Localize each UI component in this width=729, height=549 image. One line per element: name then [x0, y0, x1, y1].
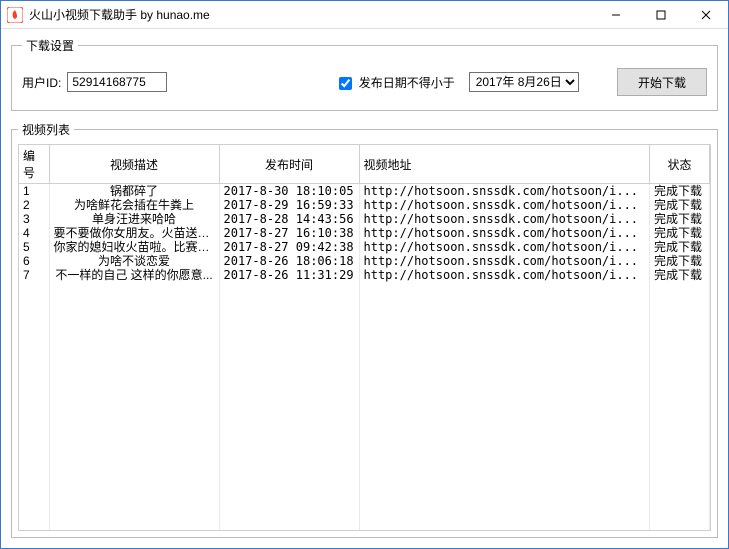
cell-idx: 1 — [19, 184, 49, 199]
table-row[interactable]: 3单身汪进来哈哈2017-8-28 14:43:56http://hotsoon… — [19, 212, 710, 226]
date-filter-checkbox[interactable] — [339, 77, 352, 90]
table-row-empty — [19, 380, 710, 394]
window-title: 火山小视频下载助手 by hunao.me — [29, 6, 210, 23]
table-header-row: 编号 视频描述 发布时间 视频地址 状态 — [19, 145, 710, 184]
cell-url: http://hotsoon.snssdk.com/hotsoon/i... — [359, 254, 650, 268]
col-header-status[interactable]: 状态 — [650, 145, 710, 184]
cell-idx: 4 — [19, 226, 49, 240]
cell-desc: 单身汪进来哈哈 — [49, 212, 219, 226]
table-row-empty — [19, 338, 710, 352]
list-legend: 视频列表 — [18, 121, 74, 138]
cell-time: 2017-8-30 18:10:05 — [219, 184, 359, 199]
table-row-empty — [19, 394, 710, 408]
cell-desc: 你家的媳妇收火苗啦。比赛最... — [49, 240, 219, 254]
cell-idx: 2 — [19, 198, 49, 212]
date-picker[interactable]: 2017年 8月26日 — [469, 72, 579, 92]
settings-legend: 下载设置 — [22, 37, 78, 54]
cell-url: http://hotsoon.snssdk.com/hotsoon/i... — [359, 268, 650, 282]
cell-desc: 锅都碎了 — [49, 184, 219, 199]
cell-desc: 不一样的自己 这样的你愿意... — [49, 268, 219, 282]
table-row-empty — [19, 324, 710, 338]
cell-url: http://hotsoon.snssdk.com/hotsoon/i... — [359, 198, 650, 212]
table-row[interactable]: 6为啥不谈恋爱2017-8-26 18:06:18http://hotsoon.… — [19, 254, 710, 268]
cell-status: 完成下载 — [650, 198, 710, 212]
cell-status: 完成下载 — [650, 240, 710, 254]
date-filter-label[interactable]: 发布日期不得小于 — [339, 74, 454, 91]
table-row-empty — [19, 408, 710, 422]
table-row-empty — [19, 478, 710, 492]
col-header-index[interactable]: 编号 — [19, 145, 49, 184]
cell-url: http://hotsoon.snssdk.com/hotsoon/i... — [359, 212, 650, 226]
cell-status: 完成下载 — [650, 226, 710, 240]
cell-desc: 要不要做你女朋友。火苗送起... — [49, 226, 219, 240]
app-icon — [7, 7, 23, 23]
table-row-empty — [19, 506, 710, 520]
video-list-group: 视频列表 编号 视频描述 发布时间 视频地址 状态 — [11, 121, 718, 538]
cell-desc: 为啥不谈恋爱 — [49, 254, 219, 268]
table-row-empty — [19, 310, 710, 324]
table-row[interactable]: 2为啥鲜花会插在牛粪上2017-8-29 16:59:33http://hots… — [19, 198, 710, 212]
cell-time: 2017-8-26 11:31:29 — [219, 268, 359, 282]
cell-status: 完成下载 — [650, 268, 710, 282]
table-row-empty — [19, 464, 710, 478]
maximize-button[interactable] — [638, 1, 683, 29]
cell-url: http://hotsoon.snssdk.com/hotsoon/i... — [359, 184, 650, 199]
cell-time: 2017-8-28 14:43:56 — [219, 212, 359, 226]
table-row[interactable]: 4要不要做你女朋友。火苗送起...2017-8-27 16:10:38http:… — [19, 226, 710, 240]
table-row-empty — [19, 450, 710, 464]
cell-status: 完成下载 — [650, 212, 710, 226]
cell-idx: 5 — [19, 240, 49, 254]
col-header-desc[interactable]: 视频描述 — [49, 145, 219, 184]
table-row[interactable]: 5你家的媳妇收火苗啦。比赛最...2017-8-27 09:42:38http:… — [19, 240, 710, 254]
table-row-empty — [19, 366, 710, 380]
minimize-button[interactable] — [593, 1, 638, 29]
download-settings-group: 下载设置 用户ID: 发布日期不得小于 2017年 8月26日 开始下载 — [11, 37, 718, 111]
close-button[interactable] — [683, 1, 728, 29]
cell-idx: 6 — [19, 254, 49, 268]
cell-status: 完成下载 — [650, 254, 710, 268]
table-row-empty — [19, 492, 710, 506]
table-row-empty — [19, 436, 710, 450]
cell-time: 2017-8-27 09:42:38 — [219, 240, 359, 254]
user-id-label: 用户ID: — [22, 74, 61, 91]
user-id-input[interactable] — [67, 72, 167, 92]
cell-idx: 3 — [19, 212, 49, 226]
cell-status: 完成下载 — [650, 184, 710, 199]
video-table: 编号 视频描述 发布时间 视频地址 状态 1锅都碎了2017-8-30 18:1… — [19, 145, 710, 531]
table-body: 1锅都碎了2017-8-30 18:10:05http://hotsoon.sn… — [19, 184, 710, 532]
cell-time: 2017-8-29 16:59:33 — [219, 198, 359, 212]
cell-time: 2017-8-27 16:10:38 — [219, 226, 359, 240]
start-download-button[interactable]: 开始下载 — [617, 68, 707, 96]
cell-idx: 7 — [19, 268, 49, 282]
cell-desc: 为啥鲜花会插在牛粪上 — [49, 198, 219, 212]
table-row-empty — [19, 520, 710, 531]
table-row[interactable]: 7不一样的自己 这样的你愿意...2017-8-26 11:31:29http:… — [19, 268, 710, 282]
app-window: 火山小视频下载助手 by hunao.me 下载设置 用户ID: 发布日期不得小… — [0, 0, 729, 549]
col-header-time[interactable]: 发布时间 — [219, 145, 359, 184]
title-bar: 火山小视频下载助手 by hunao.me — [1, 1, 728, 29]
cell-url: http://hotsoon.snssdk.com/hotsoon/i... — [359, 226, 650, 240]
table-row-empty — [19, 422, 710, 436]
table-row-empty — [19, 282, 710, 296]
cell-time: 2017-8-26 18:06:18 — [219, 254, 359, 268]
table-row-empty — [19, 352, 710, 366]
video-table-container[interactable]: 编号 视频描述 发布时间 视频地址 状态 1锅都碎了2017-8-30 18:1… — [18, 144, 711, 531]
table-row[interactable]: 1锅都碎了2017-8-30 18:10:05http://hotsoon.sn… — [19, 184, 710, 199]
col-header-url[interactable]: 视频地址 — [359, 145, 650, 184]
table-row-empty — [19, 296, 710, 310]
cell-url: http://hotsoon.snssdk.com/hotsoon/i... — [359, 240, 650, 254]
